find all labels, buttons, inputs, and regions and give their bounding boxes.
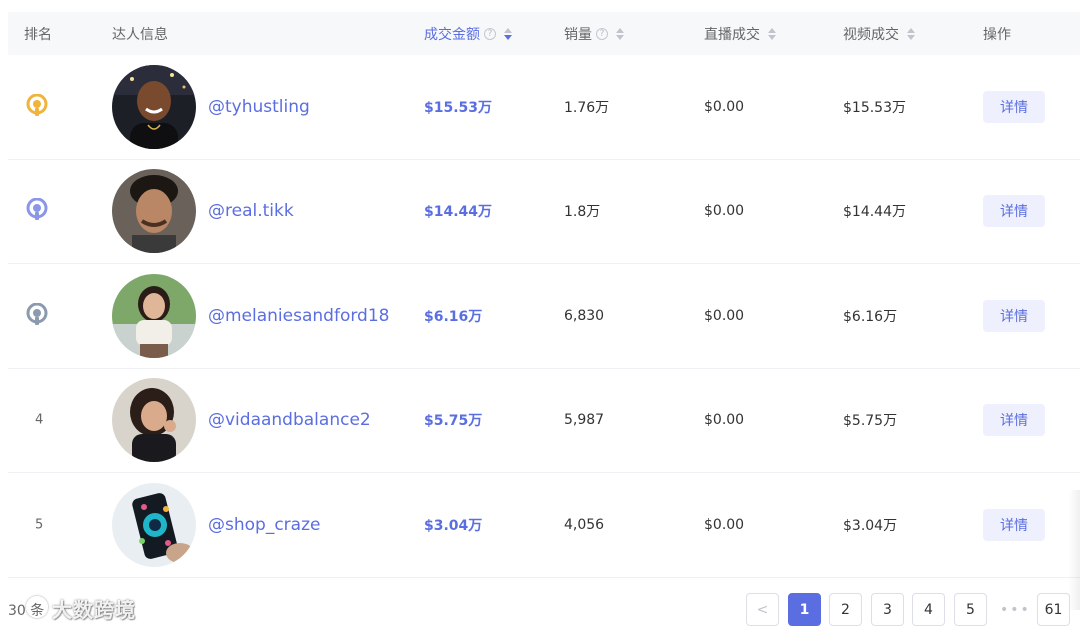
amount-value: $5.75万 [424, 413, 483, 430]
sales-value: 6,830 [564, 307, 605, 324]
header-rank: 排名 [24, 26, 52, 43]
sales-value: 1.8万 [564, 204, 601, 221]
pagination-page-3[interactable]: 3 [871, 593, 904, 626]
table-row: @melaniesandford18 $6.16万 6,830 $0.00 $6… [8, 264, 1080, 369]
header-sales[interactable]: 销量 ? [564, 24, 624, 44]
pagination-ellipsis[interactable]: ••• [1000, 593, 1031, 626]
live-value: $0.00 [704, 412, 745, 429]
amount-value: $3.04万 [424, 517, 483, 534]
video-value: $15.53万 [843, 99, 906, 116]
creator-handle[interactable]: @tyhustling [208, 97, 310, 117]
pagination-page-5[interactable]: 5 [954, 593, 987, 626]
creator-handle[interactable]: @vidaandbalance2 [208, 410, 371, 430]
creator-handle[interactable]: @melaniesandford18 [208, 306, 389, 326]
sort-icon[interactable] [504, 27, 512, 40]
pagination-page-4[interactable]: 4 [912, 593, 945, 626]
creator-handle[interactable]: @real.tikk [208, 201, 294, 221]
video-value: $3.04万 [843, 517, 898, 534]
sort-icon[interactable] [907, 27, 915, 40]
table-header: 排名 达人信息 成交金额 ? 销量 ? 直播成交 视频成交 操作 [8, 12, 1080, 55]
video-value: $14.44万 [843, 204, 906, 221]
bronze-medal-icon [26, 302, 48, 325]
pagination-prev-button[interactable]: < [746, 593, 779, 626]
amount-value: $14.44万 [424, 204, 493, 221]
sales-value: 1.76万 [564, 99, 610, 116]
live-value: $0.00 [704, 203, 745, 220]
help-icon[interactable]: ? [484, 27, 496, 40]
header-action: 操作 [983, 26, 1011, 43]
sort-icon[interactable] [768, 27, 776, 40]
help-icon[interactable]: ? [596, 27, 608, 40]
avatar[interactable] [112, 273, 196, 358]
header-creator: 达人信息 [112, 26, 168, 43]
table-row: 4 @vidaandbalance2 $5.75万 5,987 $0.00 $5… [8, 369, 1080, 473]
live-value: $0.00 [704, 307, 745, 324]
amount-value: $15.53万 [424, 99, 493, 116]
watermark: 大数跨境 [52, 598, 136, 622]
pagination-page-last[interactable]: 61 [1037, 593, 1070, 626]
watermark-logo-icon [26, 596, 48, 618]
detail-button[interactable]: 详情 [983, 299, 1045, 332]
detail-button[interactable]: 详情 [983, 508, 1045, 541]
silver-medal-icon [26, 198, 48, 221]
ranking-table: 排名 达人信息 成交金额 ? 销量 ? 直播成交 视频成交 操作 @tyhust… [8, 12, 1080, 578]
table-footer: 30 条 大数跨境 < 1 2 3 4 5 ••• 61 [0, 586, 1080, 629]
header-video[interactable]: 视频成交 [843, 24, 915, 44]
avatar[interactable] [112, 378, 196, 463]
table-row: @real.tikk $14.44万 1.8万 $0.00 $14.44万 详情 [8, 160, 1080, 264]
gold-medal-icon [26, 93, 48, 116]
amount-value: $6.16万 [424, 308, 483, 325]
detail-button[interactable]: 详情 [983, 90, 1045, 123]
live-value: $0.00 [704, 98, 745, 115]
rank-number: 5 [35, 517, 44, 533]
sales-value: 5,987 [564, 412, 605, 429]
detail-button[interactable]: 详情 [983, 404, 1045, 437]
header-live[interactable]: 直播成交 [704, 24, 776, 44]
header-amount[interactable]: 成交金额 ? [424, 24, 512, 44]
video-value: $5.75万 [843, 413, 898, 430]
table-row: 5 @shop_craze $3.04万 4,056 $0.00 $3.04万 … [8, 473, 1080, 578]
table-row: @tyhustling $15.53万 1.76万 $0.00 $15.53万 … [8, 55, 1080, 160]
rank-number: 4 [35, 412, 44, 428]
pagination-page-2[interactable]: 2 [829, 593, 862, 626]
creator-handle[interactable]: @shop_craze [208, 515, 320, 535]
pagination-page-1[interactable]: 1 [788, 593, 821, 626]
avatar[interactable] [112, 169, 196, 254]
live-value: $0.00 [704, 516, 745, 533]
video-value: $6.16万 [843, 308, 898, 325]
avatar[interactable] [112, 482, 196, 567]
avatar[interactable] [112, 64, 196, 149]
detail-button[interactable]: 详情 [983, 195, 1045, 228]
sort-icon[interactable] [616, 27, 624, 40]
sales-value: 4,056 [564, 516, 605, 533]
